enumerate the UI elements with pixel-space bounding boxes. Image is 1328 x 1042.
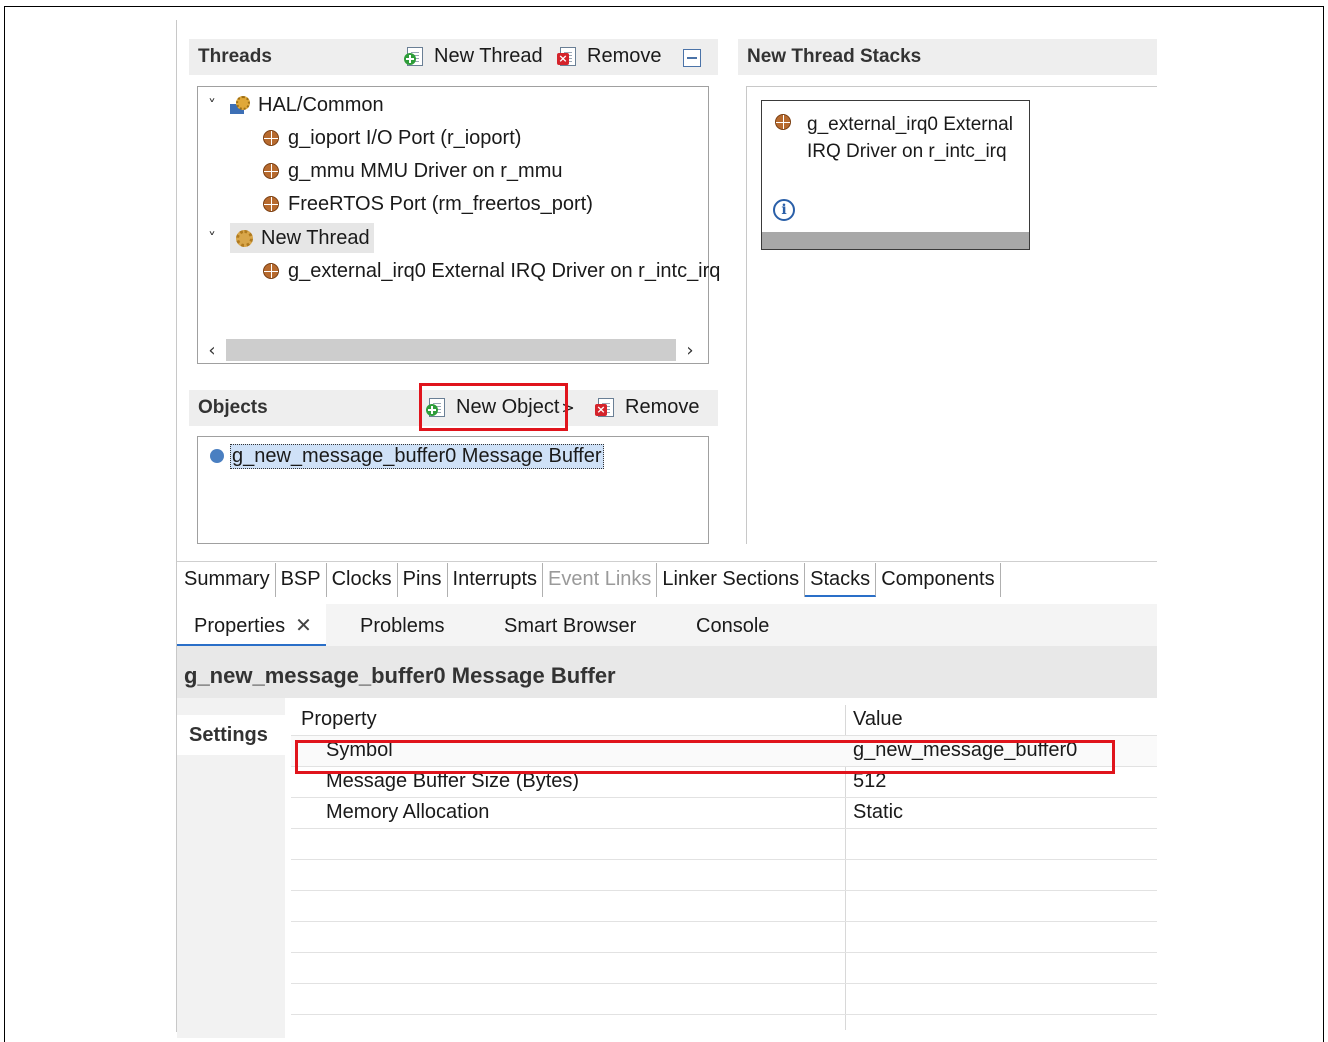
tab-console[interactable]: Console: [696, 604, 769, 646]
thread-stacks-area-border: [746, 86, 747, 544]
scrollbar-thumb[interactable]: [226, 339, 676, 361]
module-icon: [260, 193, 282, 215]
properties-side-tabs: Settings: [177, 698, 285, 1038]
tree-node-label: g_mmu MMU Driver on r_mmu: [288, 159, 563, 182]
tree-node-freertos-port[interactable]: FreeRTOS Port (rm_freertos_port): [260, 189, 593, 219]
object-label: g_new_message_buffer0 Message Buffer: [230, 443, 604, 469]
tab-components[interactable]: Components: [876, 563, 1001, 597]
tab-pins[interactable]: Pins: [398, 563, 448, 597]
tab-stacks[interactable]: Stacks: [805, 563, 877, 597]
objects-title: Objects: [198, 397, 268, 418]
module-icon: [260, 127, 282, 149]
table-row[interactable]: Memory Allocation Static: [291, 798, 1157, 829]
editor-tab-bar: Summary BSP Clocks Pins Interrupts Event…: [177, 561, 1157, 597]
table-row: [291, 1015, 1157, 1042]
horizontal-scrollbar[interactable]: ‹ ›: [198, 338, 708, 362]
tab-smart-browser[interactable]: Smart Browser: [504, 604, 636, 646]
scroll-left-icon[interactable]: ‹: [198, 340, 226, 361]
close-icon[interactable]: ✕: [295, 615, 312, 637]
table-row: [291, 922, 1157, 953]
tab-clocks[interactable]: Clocks: [327, 563, 398, 597]
hal-common-icon: [230, 94, 252, 116]
tab-problems[interactable]: Problems: [360, 604, 444, 646]
table-header-row: Property Value: [291, 705, 1157, 736]
stack-block-footer: [762, 232, 1029, 249]
threads-title: Threads: [198, 46, 272, 67]
new-object-highlight: [419, 383, 568, 431]
objects-list-panel: g_new_message_buffer0 Message Buffer: [197, 436, 709, 544]
remove-object-button[interactable]: × Remove: [595, 396, 699, 419]
tab-summary[interactable]: Summary: [177, 563, 276, 597]
remove-thread-button[interactable]: × Remove: [557, 45, 661, 68]
tree-node-external-irq[interactable]: g_external_irq0 External IRQ Driver on r…: [260, 256, 720, 286]
tree-node-new-thread[interactable]: ˅ New Thread: [208, 223, 374, 253]
tab-interrupts[interactable]: Interrupts: [448, 563, 544, 597]
thread-stacks-title: New Thread Stacks: [747, 46, 922, 67]
tree-node-mmu[interactable]: g_mmu MMU Driver on r_mmu: [260, 156, 562, 186]
table-row: [291, 829, 1157, 860]
collapse-all-icon[interactable]: [683, 49, 701, 67]
stack-module-label: g_external_irq0 External IRQ Driver on r…: [807, 114, 1013, 162]
new-thread-button[interactable]: New Thread: [404, 45, 543, 68]
scroll-right-icon[interactable]: ›: [676, 340, 704, 361]
tab-properties[interactable]: Properties ✕: [177, 604, 326, 646]
remove-document-icon: ×: [557, 46, 581, 68]
threads-tree-panel: ˅ HAL/Common g_ioport I/O Port (r_ioport…: [197, 86, 720, 364]
chevron-down-icon[interactable]: ˅: [208, 229, 222, 248]
property-value[interactable]: Static: [853, 801, 903, 824]
column-header-property[interactable]: Property: [301, 708, 377, 731]
tab-settings[interactable]: Settings: [177, 715, 285, 755]
remove-object-label: Remove: [625, 396, 700, 418]
view-tab-bar: Properties ✕ Problems Smart Browser Conso…: [177, 604, 1157, 646]
column-header-value[interactable]: Value: [853, 708, 903, 731]
module-icon: [260, 260, 282, 282]
tree-node-label: g_external_irq0 External IRQ Driver on r…: [288, 259, 721, 282]
module-icon: [772, 111, 794, 133]
tree-node-ioport[interactable]: g_ioport I/O Port (r_ioport): [260, 123, 521, 153]
tree-node-hal-common[interactable]: ˅ HAL/Common: [208, 90, 384, 120]
symbol-row-highlight: [295, 740, 1115, 774]
tab-bsp[interactable]: BSP: [276, 563, 327, 597]
new-document-icon: [404, 46, 428, 68]
tree-node-label: FreeRTOS Port (rm_freertos_port): [288, 192, 593, 215]
chevron-down-icon[interactable]: ˅: [208, 96, 222, 115]
thread-gear-icon: [233, 227, 255, 249]
message-buffer-icon: [210, 449, 224, 463]
thread-stacks-area-top: [746, 86, 1157, 87]
tree-node-label: g_ioport I/O Port (r_ioport): [288, 126, 522, 149]
thread-stacks-header: New Thread Stacks: [738, 39, 1157, 75]
table-row: [291, 891, 1157, 922]
properties-title: g_new_message_buffer0 Message Buffer: [177, 646, 1157, 698]
tab-event-links: Event Links: [543, 563, 658, 597]
remove-thread-label: Remove: [587, 45, 662, 67]
module-icon: [260, 160, 282, 182]
object-list-item[interactable]: g_new_message_buffer0 Message Buffer: [210, 441, 604, 471]
tree-node-label: New Thread: [261, 226, 370, 249]
table-row: [291, 860, 1157, 891]
table-row: [291, 984, 1157, 1015]
table-row: [291, 953, 1157, 984]
tree-node-label: HAL/Common: [258, 93, 384, 116]
info-icon[interactable]: i: [773, 199, 795, 221]
tab-linker-sections[interactable]: Linker Sections: [657, 563, 806, 597]
remove-document-icon: ×: [595, 397, 619, 419]
new-thread-label: New Thread: [434, 45, 543, 67]
stack-module-block[interactable]: g_external_irq0 External IRQ Driver on r…: [761, 100, 1030, 250]
tab-properties-label: Properties: [194, 615, 286, 637]
property-name: Memory Allocation: [326, 801, 490, 823]
